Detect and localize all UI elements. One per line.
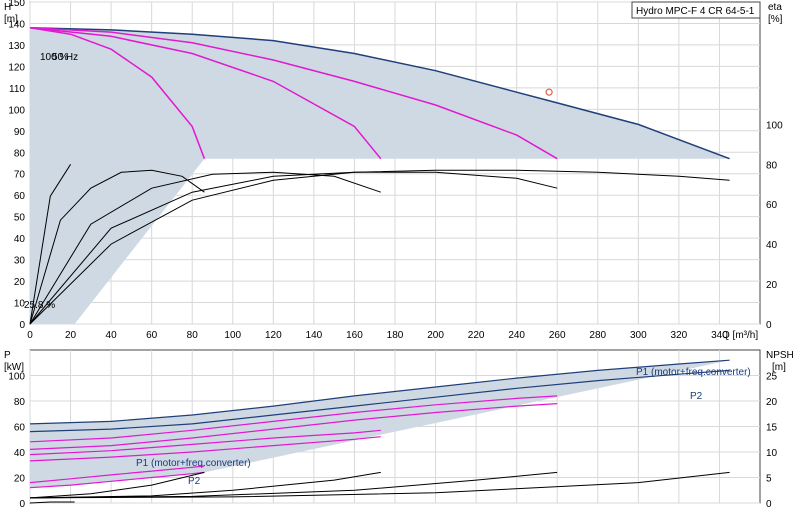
npsh-tick-label: 15 — [766, 423, 778, 434]
npsh-tick-label: 0 — [766, 499, 772, 510]
y-tick-label: 50 — [14, 213, 26, 224]
y-axis-unit-h: [m] — [4, 14, 18, 25]
x-tick-label: 280 — [589, 330, 606, 341]
y-tick-label: 30 — [14, 256, 26, 267]
x-tick-label: 200 — [427, 330, 444, 341]
operating-area — [30, 27, 730, 324]
x-tick-label: 260 — [549, 330, 566, 341]
chart-title: Hydro MPC-F 4 CR 64-5-1 — [636, 6, 755, 17]
x-tick-label: 220 — [468, 330, 485, 341]
lower-y-tick-label: 60 — [14, 423, 26, 434]
right-axis-unit-eta: [%] — [768, 14, 783, 25]
y-tick-label: 110 — [9, 84, 25, 95]
npsh-tick-label: 20 — [766, 397, 778, 408]
right-tick-label: 60 — [766, 200, 778, 211]
y-tick-label: 40 — [14, 234, 26, 245]
duty-point — [545, 88, 553, 96]
x-tick-label: 20 — [65, 330, 77, 341]
right-tick-label: 80 — [766, 160, 778, 171]
right-tick-label: 0 — [766, 320, 772, 331]
right-axis-label-eta: eta — [768, 2, 782, 13]
npsh-tick-label: 25 — [766, 372, 778, 383]
x-tick-label: 80 — [187, 330, 199, 341]
x-tick-label: 240 — [508, 330, 525, 341]
x-axis-label: Q [m³/h] — [722, 330, 758, 341]
right-tick-label: 20 — [766, 280, 778, 291]
npsh-tick-label: 10 — [766, 448, 778, 459]
y-tick-label: 90 — [14, 127, 26, 138]
y-tick-label: 80 — [14, 148, 26, 159]
lower-y-tick-label: 80 — [14, 397, 26, 408]
y-tick-label: 60 — [14, 191, 26, 202]
lower-y-tick-label: 20 — [14, 474, 26, 485]
x-tick-label: 180 — [387, 330, 404, 341]
label-p1-top: P1 (motor+freq.converter) — [636, 367, 751, 378]
y-tick-label: 0 — [19, 320, 25, 331]
lower-y-tick-label: 100 — [8, 372, 25, 383]
right-tick-label: 100 — [766, 120, 783, 131]
x-tick-label: 140 — [306, 330, 323, 341]
x-tick-label: 40 — [106, 330, 118, 341]
x-tick-label: 0 — [27, 330, 33, 341]
x-tick-label: 100 — [224, 330, 241, 341]
annotation-25-8-percent: 25.8 % — [24, 300, 55, 311]
y-tick-label: 70 — [14, 170, 26, 181]
x-tick-label: 320 — [671, 330, 688, 341]
y-axis-label-p: P — [4, 350, 11, 361]
right-tick-label: 40 — [766, 240, 778, 251]
y-tick-label: 130 — [8, 41, 25, 52]
lower-y-tick-label: 40 — [14, 448, 26, 459]
x-tick-label: 60 — [146, 330, 158, 341]
power-area — [30, 360, 730, 488]
y-axis-unit-p: [kW] — [4, 362, 24, 373]
label-p1-bottom: P1 (motor+freq.converter) — [136, 458, 251, 469]
label-p2-bottom: P2 — [188, 476, 201, 487]
y-tick-label: 20 — [14, 277, 26, 288]
npsh-tick-label: 5 — [766, 474, 772, 485]
y-axis-label-h: H — [4, 2, 11, 13]
label-p2-top: P2 — [690, 391, 703, 402]
pump-curve-chart: 0 20 40 60 80 100 120 140 160 180 200 220 240 260 280 3… — [4, 0, 794, 510]
x-tick-label: 120 — [265, 330, 282, 341]
lower-y-tick-label: 0 — [19, 499, 25, 510]
annotation-50-hz: 50 Hz — [52, 52, 78, 63]
x-tick-label: 300 — [630, 330, 647, 341]
x-tick-label: 160 — [346, 330, 363, 341]
right-axis-unit-npsh: [m] — [772, 362, 786, 373]
y-tick-label: 120 — [8, 62, 25, 73]
y-tick-label: 100 — [8, 105, 25, 116]
right-axis-label-npsh: NPSH — [766, 350, 794, 361]
